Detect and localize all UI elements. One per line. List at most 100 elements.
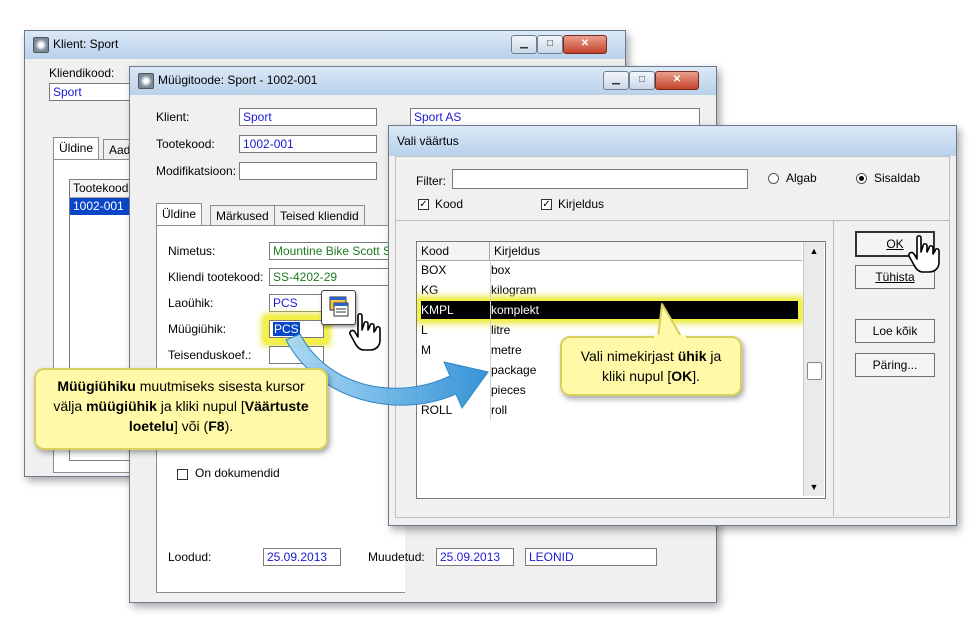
hand-cursor-icon (908, 234, 940, 273)
row-kood: L (421, 323, 428, 337)
close-button[interactable]: ✕ (655, 71, 699, 90)
callout-text: Müügiühiku (57, 378, 136, 394)
row-kood: M (421, 343, 431, 357)
radio-algab-label: Algab (786, 171, 817, 185)
radio-sisaldab[interactable] (856, 173, 867, 184)
maximize-icon: □ (638, 74, 646, 85)
row-kirjeldus: pieces (491, 383, 526, 397)
list-row-selected[interactable]: KMPL komplekt (421, 301, 798, 319)
product-window-titlebar[interactable]: Müügitoode: Sport - 1002-001 ▁ □ ✕ (130, 67, 716, 95)
hand-cursor-icon (349, 312, 381, 351)
filter-input[interactable] (452, 169, 748, 189)
klient-label: Klient: (156, 110, 190, 124)
loodud-label: Loodud: (168, 550, 212, 564)
kirjeldus-checkbox-label: Kirjeldus (558, 197, 605, 211)
dialog-side-separator (833, 220, 834, 516)
query-button-label: Päring... (872, 358, 918, 372)
scroll-up-icon[interactable]: ▲ (804, 242, 824, 260)
kirjeldus-checkbox[interactable]: ✓ (541, 199, 552, 210)
laouhik-label: Laoühik: (168, 296, 214, 310)
tootekood-field[interactable]: 1002-001 (239, 135, 377, 153)
modifikatsioon-label: Modifikatsioon: (156, 164, 237, 178)
client-window-title: Klient: Sport (53, 37, 119, 51)
list-row[interactable]: ROLL roll (417, 401, 802, 420)
tootekood-label: Tootekood: (156, 137, 215, 151)
nimetus-label: Nimetus: (168, 244, 216, 258)
radio-sisaldab-label: Sisaldab (874, 171, 921, 185)
callout-text: ühik (677, 348, 707, 364)
minimize-icon: ▁ (520, 38, 528, 49)
dialog-title: Vali väärtus (397, 134, 459, 148)
kood-checkbox-label: Kood (435, 197, 464, 211)
muugiuhik-field[interactable]: PCS (269, 320, 324, 338)
scrollbar-thumb[interactable] (807, 362, 822, 380)
teisenduskoef-field[interactable] (269, 346, 324, 364)
row-kirjeldus: metre (491, 343, 522, 357)
col-header-kood[interactable]: Kood (417, 242, 490, 260)
product-window-title: Müügitoode: Sport - 1002-001 (158, 73, 318, 87)
row-kood: KMPL (421, 303, 454, 317)
maximize-button[interactable]: □ (629, 71, 655, 90)
close-icon: ✕ (580, 38, 590, 49)
tab-yldine[interactable]: Üldine (156, 203, 203, 225)
teisenduskoef-label: Teisenduskoef.: (168, 348, 252, 362)
kliendi-tootekood-field[interactable]: SS-4202-29 (269, 268, 404, 286)
filter-label: Filter: (416, 174, 446, 188)
callout-text: F8 (208, 418, 225, 434)
row-kirjeldus: komplekt (491, 303, 540, 317)
tab-markused[interactable]: Märkused (210, 205, 275, 225)
callout-text: ). (224, 418, 234, 434)
minimize-button[interactable]: ▁ (511, 35, 537, 54)
maximize-button[interactable]: □ (537, 35, 563, 54)
muudetud-field: 25.09.2013 (436, 548, 514, 566)
callout-text: ] või ( (173, 418, 209, 434)
instruction-callout-right: Vali nimekirjast ühik ja kliki nupul [OK… (560, 336, 742, 396)
klient-field[interactable]: Sport (239, 108, 377, 126)
client-tab-aad[interactable]: Aad (103, 139, 131, 159)
load-all-button[interactable]: Loe kõik (855, 319, 935, 343)
client-window-titlebar[interactable]: Klient: Sport ▁ □ ✕ (25, 31, 625, 59)
dialog-separator (396, 220, 949, 221)
query-button[interactable]: Päring... (855, 353, 935, 377)
muutja-field: LEONID (525, 548, 657, 566)
callout-text: müügiühik (86, 398, 157, 414)
muugiuhik-selected-text: PCS (273, 322, 300, 336)
list-header-row: Kood Kirjeldus (417, 242, 805, 261)
list-item[interactable]: 1002-001 (70, 198, 135, 215)
dialog-titlebar[interactable]: Vali väärtus (389, 126, 956, 156)
callout-text: ]. (692, 368, 701, 384)
callout-text: ja kliki nupul [ (156, 398, 245, 414)
row-kirjeldus: litre (491, 323, 511, 337)
kliendi-tootekood-label: Kliendi tootekood: (168, 270, 264, 284)
close-button[interactable]: ✕ (563, 35, 607, 54)
kood-checkbox[interactable]: ✓ (418, 199, 429, 210)
list-row[interactable]: BOX box (417, 261, 802, 280)
tab-teised-kliendid[interactable]: Teised kliendid (274, 205, 365, 225)
list-row[interactable]: KG kilogram (417, 281, 802, 300)
row-kirjeldus: roll (491, 403, 508, 417)
row-kood: BOX (421, 263, 447, 277)
on-dokumendid-label: On dokumendid (195, 466, 280, 480)
maximize-icon: □ (546, 38, 554, 49)
nimetus-field[interactable]: Mountine Bike Scott S (269, 242, 404, 260)
laouhik-field[interactable]: PCS (269, 294, 324, 312)
instruction-callout-left: Müügiühiku muutmiseks sisesta kursor väl… (34, 368, 328, 450)
callout-pointer-icon (654, 303, 686, 341)
radio-algab[interactable] (768, 173, 779, 184)
kliendikood-field[interactable]: Sport (49, 83, 139, 101)
on-dokumendid-checkbox[interactable] (177, 469, 188, 480)
kliendikood-label: Kliendikood: (49, 66, 115, 80)
list-scrollbar[interactable]: ▲ ▼ (803, 242, 824, 496)
callout-text: Vali nimekirjast (580, 348, 678, 364)
row-kood: ROLL (421, 403, 453, 417)
ok-button-label: OK (886, 237, 904, 251)
scroll-down-icon[interactable]: ▼ (804, 478, 824, 496)
modifikatsioon-field[interactable] (239, 162, 377, 180)
klient-name-field: Sport AS (410, 108, 700, 126)
minimize-icon: ▁ (612, 74, 620, 85)
col-header-kirjeldus[interactable]: Kirjeldus (490, 242, 805, 260)
minimize-button[interactable]: ▁ (603, 71, 629, 90)
list-header-tootekood[interactable]: Tootekood (70, 180, 135, 198)
row-kirjeldus: box (491, 263, 511, 277)
client-tab-yldine[interactable]: Üldine (53, 137, 100, 159)
